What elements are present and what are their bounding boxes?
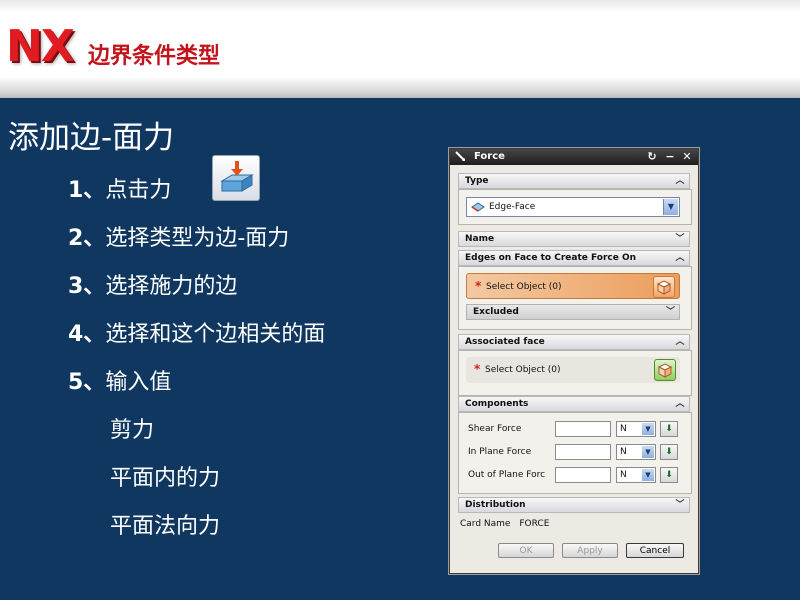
force-tool-icon[interactable]	[212, 155, 260, 201]
chevron-down-icon[interactable]: ▼	[642, 446, 654, 458]
select-object-cube-icon[interactable]	[653, 276, 675, 298]
expand-down-icon[interactable]: ﹀	[673, 233, 687, 245]
edge-face-icon	[471, 202, 485, 212]
section-associated-label: Associated face	[465, 337, 545, 347]
unit-value: N	[620, 470, 627, 480]
apply-button[interactable]: Apply	[562, 543, 618, 558]
step-text: 输入值	[105, 370, 172, 395]
step-text: 选择施力的边	[105, 274, 238, 299]
sub-item: 平面法向力	[110, 514, 221, 539]
dialog-titlebar[interactable]: Force ↻ − ✕	[450, 149, 698, 165]
force-arrow-icon	[220, 161, 254, 192]
excluded-label: Excluded	[473, 307, 519, 317]
step-item: 3、选择施力的边	[68, 270, 325, 318]
section-components-label: Components	[465, 399, 529, 409]
unit-value: N	[620, 447, 627, 457]
cube-icon	[657, 363, 673, 378]
nx-logo: NX	[6, 21, 75, 72]
step-list: 1、点击力 2、选择类型为边-面力 3、选择施力的边 4、选择和这个边相关的面 …	[68, 174, 325, 558]
step-text: 选择类型为边-面力	[105, 226, 290, 251]
force-dialog: Force ↻ − ✕ Type ︿ Edge-Face ▼ Name ﹀ Ed…	[449, 148, 699, 574]
excluded-subsection[interactable]: Excluded ﹀	[466, 304, 680, 320]
unit-select[interactable]: N ▼	[616, 444, 656, 460]
section-name-label: Name	[465, 234, 495, 244]
slide-title: 添加边-面力	[8, 120, 175, 156]
step-number: 4、	[68, 322, 106, 347]
chevron-down-icon[interactable]: ▼	[663, 199, 678, 215]
expression-arrow-icon[interactable]: ⬇	[660, 444, 678, 460]
close-icon[interactable]: ✕	[681, 151, 693, 163]
step-text: 点击力	[105, 178, 172, 203]
reset-icon[interactable]: ↻	[646, 151, 658, 163]
select-face-row[interactable]: * Select Object (0)	[466, 357, 680, 383]
collapse-up-icon[interactable]: ︿	[673, 336, 687, 348]
component-label: In Plane Force	[468, 447, 532, 457]
section-name-header[interactable]: Name ﹀	[458, 231, 690, 247]
component-label: Shear Force	[468, 424, 522, 434]
in-plane-force-input[interactable]	[555, 444, 611, 460]
sub-item: 剪力	[110, 418, 155, 443]
unit-value: N	[620, 424, 627, 434]
expression-arrow-icon[interactable]: ⬇	[660, 421, 678, 437]
card-name-value: FORCE	[519, 519, 550, 529]
section-edges-label: Edges on Face to Create Force On	[465, 253, 637, 263]
component-label: Out of Plane Forc	[468, 470, 546, 480]
required-star-icon: *	[474, 362, 481, 376]
cancel-button[interactable]: Cancel	[626, 543, 684, 558]
sub-item: 平面内的力	[110, 466, 221, 491]
dialog-app-icon	[455, 151, 465, 161]
section-type-header[interactable]: Type ︿	[458, 173, 690, 189]
step-item: 2、选择类型为边-面力	[68, 222, 325, 270]
component-row-outplane: Out of Plane Forc N ▼ ⬇	[466, 466, 680, 484]
type-dropdown[interactable]: Edge-Face ▼	[466, 197, 680, 217]
shear-force-input[interactable]	[555, 421, 611, 437]
collapse-up-icon[interactable]: ︿	[673, 175, 687, 187]
step-item: 1、点击力	[68, 174, 325, 222]
required-star-icon: *	[475, 279, 482, 293]
section-distribution-label: Distribution	[465, 500, 526, 510]
chevron-down-icon[interactable]: ▼	[642, 423, 654, 435]
header-title: 边界条件类型	[88, 43, 221, 69]
unit-select[interactable]: N ▼	[616, 467, 656, 483]
card-name-row: Card Name FORCE	[460, 519, 555, 529]
select-face-label: Select Object (0)	[485, 365, 561, 375]
section-type-label: Type	[465, 176, 489, 186]
step-number: 3、	[68, 274, 106, 299]
type-dropdown-value: Edge-Face	[489, 202, 536, 212]
component-row-shear: Shear Force N ▼ ⬇	[466, 420, 680, 438]
expression-arrow-icon[interactable]: ⬇	[660, 467, 678, 483]
out-of-plane-force-input[interactable]	[555, 467, 611, 483]
step-number: 2、	[68, 226, 106, 251]
unit-select[interactable]: N ▼	[616, 421, 656, 437]
section-components-header[interactable]: Components ︿	[458, 396, 690, 412]
dialog-title: Force	[474, 151, 505, 162]
section-associated-header[interactable]: Associated face ︿	[458, 334, 690, 350]
expand-down-icon[interactable]: ﹀	[673, 499, 687, 511]
ok-button[interactable]: OK	[498, 543, 554, 558]
expand-down-icon[interactable]: ﹀	[666, 305, 675, 320]
select-edges-label: Select Object (0)	[486, 282, 562, 292]
step-item: 5、输入值	[68, 366, 325, 414]
section-edges-header[interactable]: Edges on Face to Create Force On ︿	[458, 250, 690, 266]
collapse-up-icon[interactable]: ︿	[673, 398, 687, 410]
select-edges-row[interactable]: * Select Object (0)	[466, 273, 680, 299]
minimize-icon[interactable]: −	[664, 151, 676, 163]
select-face-cube-icon[interactable]	[654, 359, 676, 381]
step-number: 1、	[68, 178, 106, 203]
step-text: 选择和这个边相关的面	[105, 322, 326, 347]
card-name-label: Card Name	[460, 519, 511, 529]
chevron-down-icon[interactable]: ▼	[642, 469, 654, 481]
collapse-up-icon[interactable]: ︿	[673, 252, 687, 264]
step-item: 4、选择和这个边相关的面	[68, 318, 325, 366]
component-row-inplane: In Plane Force N ▼ ⬇	[466, 443, 680, 461]
header-band: NX 边界条件类型	[0, 0, 800, 98]
cube-icon	[656, 280, 672, 295]
step-number: 5、	[68, 370, 106, 395]
section-distribution-header[interactable]: Distribution ﹀	[458, 497, 690, 513]
